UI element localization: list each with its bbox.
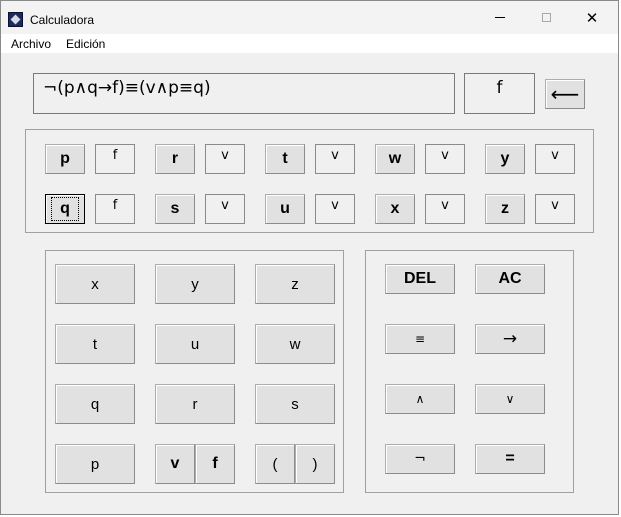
menu-bar: Archivo Edición <box>1 34 618 53</box>
var-value-y[interactable]: v <box>535 144 575 174</box>
var-button-q[interactable]: q <box>45 194 85 224</box>
ac-button[interactable]: AC <box>475 264 545 294</box>
op-and[interactable]: ∧ <box>385 384 455 414</box>
op-implies[interactable]: → <box>475 324 545 354</box>
var-value-z[interactable]: v <box>535 194 575 224</box>
key-y[interactable]: y <box>155 264 235 304</box>
var-button-s[interactable]: s <box>155 194 195 224</box>
result-display: f <box>464 73 535 114</box>
close-button[interactable]: ✕ <box>569 1 615 34</box>
menu-archivo[interactable]: Archivo <box>11 37 51 51</box>
key-u[interactable]: u <box>155 324 235 364</box>
key-close-paren[interactable]: ) <box>295 444 335 484</box>
var-button-t[interactable]: t <box>265 144 305 174</box>
app-icon <box>8 12 23 27</box>
var-value-q[interactable]: f <box>95 194 135 224</box>
window-title: Calculadora <box>30 13 95 27</box>
var-value-t[interactable]: v <box>315 144 355 174</box>
maximize-button[interactable] <box>523 1 569 34</box>
var-value-u[interactable]: v <box>315 194 355 224</box>
backspace-button[interactable]: ⟵ <box>545 79 585 109</box>
var-value-p[interactable]: f <box>95 144 135 174</box>
key-true-v[interactable]: v <box>155 444 195 484</box>
key-r[interactable]: r <box>155 384 235 424</box>
key-t[interactable]: t <box>55 324 135 364</box>
var-button-r[interactable]: r <box>155 144 195 174</box>
key-open-paren[interactable]: ( <box>255 444 295 484</box>
key-x[interactable]: x <box>55 264 135 304</box>
var-button-u[interactable]: u <box>265 194 305 224</box>
var-button-p[interactable]: p <box>45 144 85 174</box>
key-p[interactable]: p <box>55 444 135 484</box>
key-z[interactable]: z <box>255 264 335 304</box>
var-button-y[interactable]: y <box>485 144 525 174</box>
var-value-w[interactable]: v <box>425 144 465 174</box>
calculator-window: Calculadora ✕ Archivo Edición ¬(p∧q→f)≡(… <box>0 0 619 515</box>
var-button-q-label: q <box>51 197 79 221</box>
key-s[interactable]: s <box>255 384 335 424</box>
var-value-r[interactable]: v <box>205 144 245 174</box>
equals-button[interactable]: = <box>475 444 545 474</box>
op-equivalence[interactable]: ≡ <box>385 324 455 354</box>
var-button-x[interactable]: x <box>375 194 415 224</box>
op-or[interactable]: ∨ <box>475 384 545 414</box>
key-q[interactable]: q <box>55 384 135 424</box>
key-false-f[interactable]: f <box>195 444 235 484</box>
title-bar: Calculadora ✕ <box>1 1 618 34</box>
var-value-x[interactable]: v <box>425 194 465 224</box>
expression-display: ¬(p∧q→f)≡(v∧p≡q) <box>33 73 455 114</box>
var-button-z[interactable]: z <box>485 194 525 224</box>
op-not[interactable]: ¬ <box>385 444 455 474</box>
var-value-s[interactable]: v <box>205 194 245 224</box>
del-button[interactable]: DEL <box>385 264 455 294</box>
menu-edicion[interactable]: Edición <box>66 37 105 51</box>
var-button-w[interactable]: w <box>375 144 415 174</box>
key-w[interactable]: w <box>255 324 335 364</box>
minimize-button[interactable] <box>477 1 523 34</box>
